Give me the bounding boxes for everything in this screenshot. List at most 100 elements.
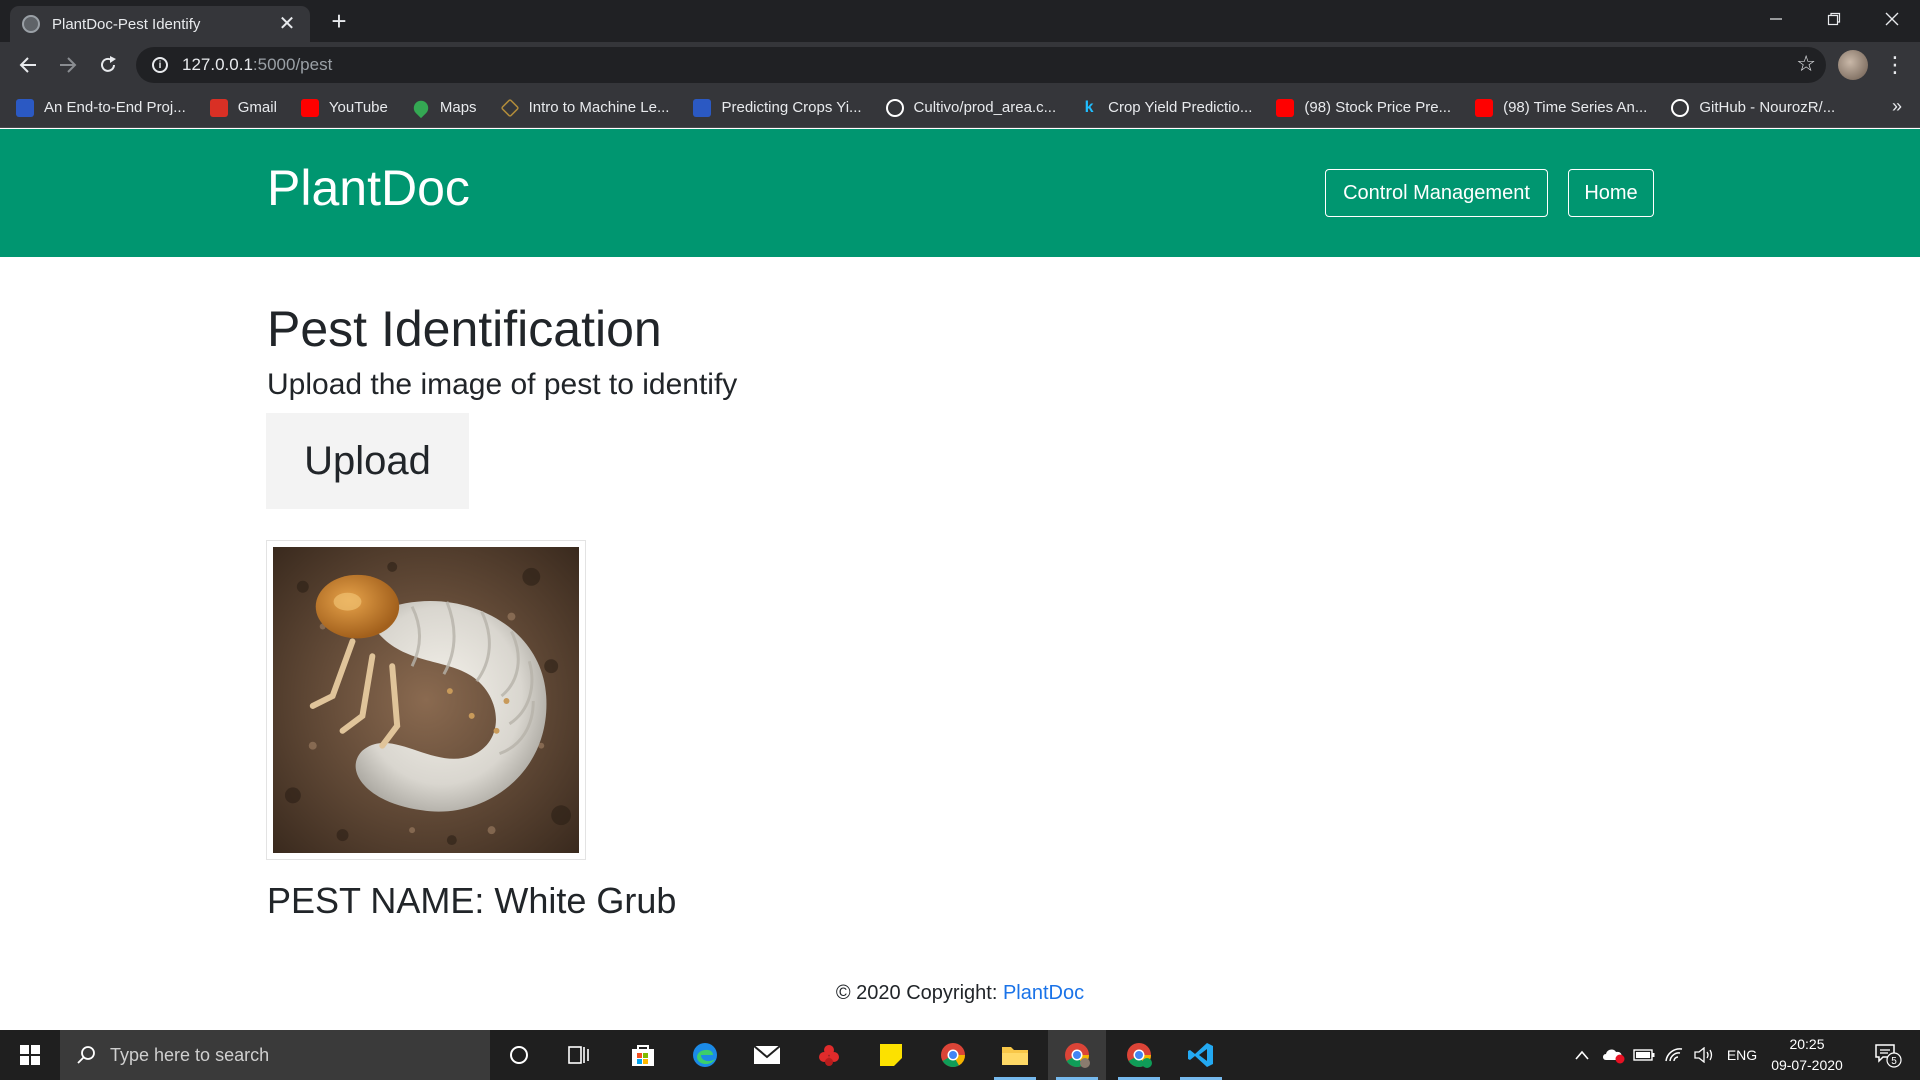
profile-avatar[interactable] <box>1838 50 1868 80</box>
taskbar-edge[interactable] <box>676 1030 734 1080</box>
taskbar-vscode[interactable] <box>1172 1030 1230 1080</box>
info-icon[interactable]: i <box>152 57 168 73</box>
taskbar-chrome-profile-2[interactable] <box>1110 1030 1168 1080</box>
notification-icon: 5 <box>1875 1044 1902 1068</box>
close-tab-icon[interactable]: ✕ <box>276 13 298 35</box>
bookmark-label: (98) Stock Price Pre... <box>1304 99 1452 116</box>
forward-button[interactable] <box>52 49 84 81</box>
cortana-button[interactable] <box>490 1030 548 1080</box>
reload-icon <box>101 56 116 72</box>
pest-name-result: PEST NAME: White Grub <box>267 880 677 921</box>
taskbar-sticky-notes[interactable] <box>862 1030 920 1080</box>
notification-count: 5 <box>1891 1056 1897 1067</box>
browser-tab[interactable]: PlantDoc-Pest Identify ✕ <box>10 6 310 42</box>
start-button[interactable] <box>0 1030 60 1080</box>
bookmark-item[interactable]: (98) Time Series An... <box>1475 98 1648 117</box>
new-tab-button[interactable]: + <box>324 6 354 36</box>
bookmark-star-icon[interactable]: ☆ <box>1796 51 1816 77</box>
copyright-text: © 2020 Copyright: <box>835 982 1003 1004</box>
bookmark-item[interactable]: Maps <box>410 97 477 118</box>
bookmark-label: YouTube <box>328 99 388 116</box>
footer-plantdoc-link[interactable]: PlantDoc <box>1003 982 1084 1004</box>
search-placeholder: Type here to search <box>110 1044 270 1065</box>
clock-time: 20:25 <box>1789 1036 1825 1052</box>
reload-button[interactable] <box>92 49 124 81</box>
onedrive-tray[interactable] <box>1600 1030 1628 1080</box>
action-center-button[interactable]: 5 <box>1866 1030 1910 1080</box>
bookmark-item[interactable]: Cultivo/prod_area.c... <box>885 98 1056 117</box>
url-host: 127.0.0.1 <box>182 55 253 74</box>
wifi-tray[interactable] <box>1660 1030 1688 1080</box>
wifi-icon <box>1665 1048 1683 1062</box>
bookmark-item[interactable]: (98) Stock Price Pre... <box>1276 98 1452 117</box>
bookmark-label: Maps <box>439 99 477 116</box>
taskbar-mail[interactable] <box>738 1030 796 1080</box>
bookmark-item[interactable]: Predicting Crops Yi... <box>693 98 862 117</box>
close-icon <box>1885 12 1899 26</box>
more-bookmarks-icon[interactable]: » <box>1892 96 1902 117</box>
github-icon <box>1671 98 1690 117</box>
home-button[interactable]: Home <box>1568 169 1654 217</box>
taskbar-store[interactable] <box>614 1030 672 1080</box>
chrome-profile-icon <box>1065 1043 1090 1068</box>
chrome-profile-icon <box>1127 1043 1152 1068</box>
battery-tray[interactable] <box>1630 1030 1658 1080</box>
cloud-error-icon <box>1603 1049 1625 1064</box>
close-window-button[interactable] <box>1864 0 1920 38</box>
upload-button[interactable]: Upload <box>266 413 469 509</box>
taskbar-file-explorer[interactable] <box>986 1030 1044 1080</box>
bookmark-item[interactable]: YouTube <box>300 98 388 117</box>
tab-title: PlantDoc-Pest Identify <box>52 15 201 33</box>
folder-icon <box>1002 1047 1028 1065</box>
tds-icon <box>16 98 34 117</box>
address-bar[interactable]: i 127.0.0.1 :5000/pest ☆ <box>136 47 1826 83</box>
udacity-icon <box>500 97 520 118</box>
clock-date: 09-07-2020 <box>1771 1057 1843 1073</box>
show-hidden-icons[interactable] <box>1568 1030 1596 1080</box>
youtube-icon <box>1276 98 1295 117</box>
bookmark-label: (98) Time Series An... <box>1503 99 1648 116</box>
control-management-button[interactable]: Control Management <box>1325 169 1548 217</box>
minimize-window-button[interactable] <box>1748 0 1804 38</box>
volume-tray[interactable] <box>1690 1030 1718 1080</box>
task-view-icon <box>568 1046 589 1064</box>
back-button[interactable] <box>12 49 44 81</box>
edge-icon <box>693 1043 717 1067</box>
bookmark-label: An End-to-End Proj... <box>44 99 186 116</box>
browser-toolbar: i 127.0.0.1 :5000/pest ☆ ⋮ <box>0 42 1920 88</box>
speaker-icon <box>1694 1047 1713 1063</box>
youtube-icon <box>1475 98 1494 117</box>
taskbar-chrome[interactable] <box>924 1030 982 1080</box>
taskbar-search-box[interactable]: Type here to search <box>60 1030 490 1080</box>
task-view-button[interactable] <box>550 1030 608 1080</box>
berry-app-icon <box>819 1045 839 1066</box>
bookmarks-bar: An End-to-End Proj... Gmail YouTube Maps Int… <box>0 88 1920 128</box>
language-indicator[interactable]: ENG <box>1722 1030 1762 1080</box>
search-icon <box>77 1046 95 1064</box>
page-footer: © 2020 Copyright: PlantDoc <box>0 982 1920 1005</box>
arrow-left-icon <box>19 57 36 73</box>
taskbar-clock[interactable]: 20:25 09-07-2020 <box>1762 1034 1852 1076</box>
bookmark-item[interactable]: An End-to-End Proj... <box>16 98 186 117</box>
minimize-icon <box>1770 18 1782 20</box>
bookmark-label: GitHub - NourozR/... <box>1699 99 1836 116</box>
browser-menu-icon[interactable]: ⋮ <box>1880 49 1910 81</box>
bookmark-item[interactable]: k Crop Yield Predictio... <box>1080 98 1253 117</box>
sticky-notes-icon <box>880 1044 902 1066</box>
kaggle-icon: k <box>1084 98 1094 116</box>
store-icon <box>632 1045 654 1066</box>
taskbar-chrome-profile-active[interactable] <box>1048 1030 1106 1080</box>
windows-logo-icon <box>20 1045 40 1065</box>
maps-icon <box>410 97 432 118</box>
github-icon <box>885 98 904 117</box>
brand-logo-text[interactable]: PlantDoc <box>267 159 470 217</box>
taskbar-app-red[interactable] <box>800 1030 858 1080</box>
bookmark-label: Predicting Crops Yi... <box>721 99 862 116</box>
page-subtitle: Upload the image of pest to identify <box>267 368 738 401</box>
bookmark-item[interactable]: Gmail <box>209 98 277 117</box>
bookmark-item[interactable]: Intro to Machine Le... <box>500 97 669 118</box>
restore-window-button[interactable] <box>1806 0 1862 38</box>
chevron-up-icon <box>1575 1050 1589 1060</box>
bookmark-item[interactable]: GitHub - NourozR/... <box>1671 98 1836 117</box>
bookmark-label: Crop Yield Predictio... <box>1108 99 1253 116</box>
